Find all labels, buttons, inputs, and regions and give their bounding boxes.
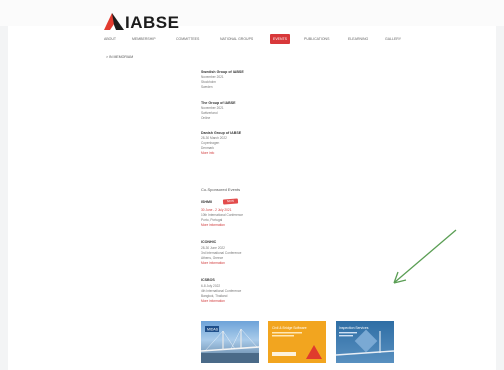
event-line: Online xyxy=(201,116,211,120)
event-line: Denmark xyxy=(201,146,214,150)
nav-item-national-groups[interactable]: NATIONAL GROUPS xyxy=(220,34,253,44)
nav-item-elearning[interactable]: ELEARNING xyxy=(348,34,368,44)
nav-item-publications[interactable]: PUBLICATIONS xyxy=(304,34,329,44)
event-title[interactable]: ICSBOS xyxy=(201,278,215,282)
logo-mark-icon xyxy=(104,13,124,30)
event-line: 4th International Conference xyxy=(201,289,242,293)
event-line: 10th International Conference xyxy=(201,213,243,217)
event-line: Sweden xyxy=(201,85,213,89)
main-nav: ABOUT MEMBERSHIP COMMITTEES NATIONAL GRO… xyxy=(104,34,424,44)
event-line: 28-30 June 2022 xyxy=(201,246,225,250)
event-title[interactable]: ICONHIC xyxy=(201,240,216,244)
nav-item-committees[interactable]: COMMITTEES xyxy=(176,34,199,44)
event-link[interactable]: More information xyxy=(201,299,225,303)
banner-title: Inspection Services xyxy=(339,326,369,330)
advert-banner-one[interactable]: MIDAS xyxy=(201,321,259,363)
event-link[interactable]: More info xyxy=(201,151,214,155)
event-line: Porto, Portugal xyxy=(201,218,223,222)
event-line: Copenhagen xyxy=(201,141,220,145)
banner-two-art-icon: Civil & Bridge Software xyxy=(272,326,322,359)
event-line: Bangkok, Thailand xyxy=(201,294,228,298)
advert-banner-two[interactable]: Civil & Bridge Software xyxy=(268,321,326,363)
event-line: 30 June - 2 July 2021 xyxy=(201,208,232,212)
event-line: November 2021 xyxy=(201,106,224,110)
event-line: Stockholm xyxy=(201,80,216,84)
logo-text: IABSE xyxy=(125,13,180,32)
nav-item-about[interactable]: ABOUT xyxy=(104,34,116,44)
banner-title: MIDAS xyxy=(207,328,219,332)
annotation-arrow-icon xyxy=(393,229,457,284)
iabse-logo[interactable]: IABSE xyxy=(104,10,180,32)
event-line: 28-30 March 2022 xyxy=(201,136,227,140)
event-title[interactable]: The Group of IABSE xyxy=(201,101,236,105)
event-line: Athens, Greece xyxy=(201,256,224,260)
event-line: November 2021 xyxy=(201,75,224,79)
nav-item-events[interactable]: EVENTS xyxy=(270,34,291,44)
event-title[interactable]: ISHMII xyxy=(201,200,212,204)
advert-banner-three[interactable]: Inspection Services xyxy=(336,321,394,363)
subnav-label[interactable]: > IN MEMORIAM xyxy=(106,55,133,59)
new-date-badge: NEW DATE xyxy=(222,198,239,208)
banner-title: Civil & Bridge Software xyxy=(272,326,307,330)
page-edge-left xyxy=(0,0,8,370)
bridge-illustration-icon: MIDAS xyxy=(201,326,259,363)
event-line: 6-8 July 2022 xyxy=(201,284,221,288)
header-background xyxy=(0,0,504,26)
event-title[interactable]: Danish Group of IABSE xyxy=(201,131,241,135)
event-line: Switzerland xyxy=(201,111,218,115)
page-edge-right xyxy=(496,0,504,370)
event-link[interactable]: More information xyxy=(201,223,225,227)
event-title[interactable]: Swedish Group of IABSE xyxy=(201,70,244,74)
event-link[interactable]: More information xyxy=(201,261,225,265)
co-sponsored-heading: Co-Sponsored Events xyxy=(201,187,241,192)
event-line: 3rd International Conference xyxy=(201,251,242,255)
nav-item-gallery[interactable]: GALLERY xyxy=(385,34,401,44)
nav-item-membership[interactable]: MEMBERSHIP xyxy=(132,34,156,44)
banner-three-art-icon: Inspection Services xyxy=(336,326,394,356)
